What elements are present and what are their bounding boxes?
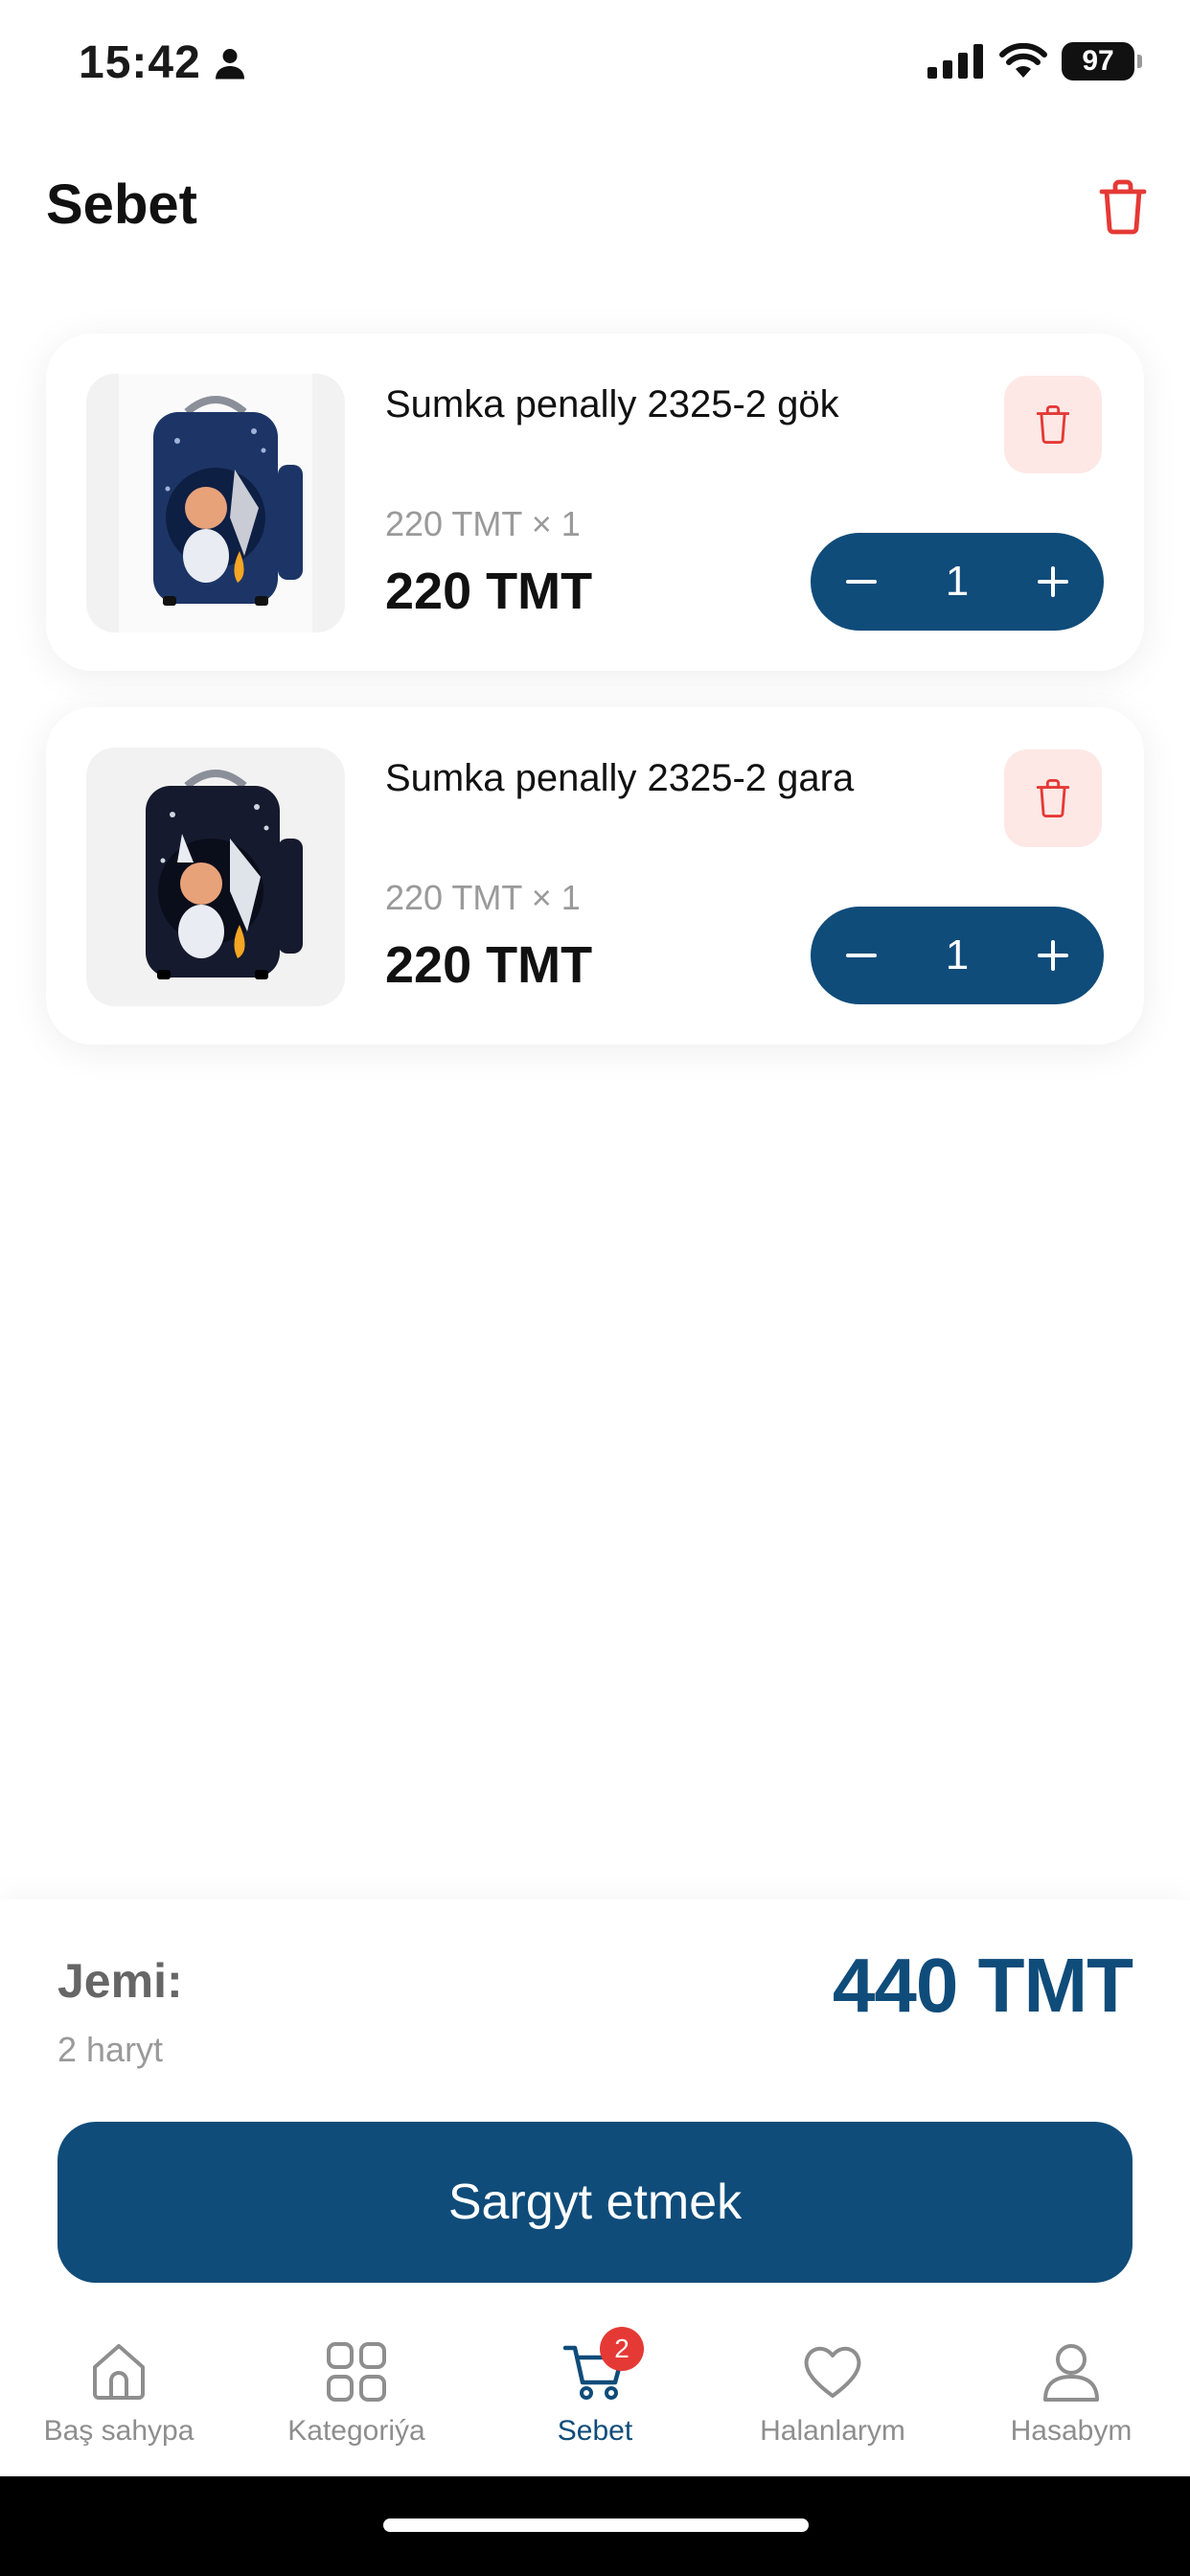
order-summary: Jemi: 2 haryt 440 TMT Sargyt etmek	[0, 1899, 1190, 2312]
plus-icon	[1037, 566, 1068, 597]
increase-button[interactable]	[1029, 558, 1077, 606]
product-image[interactable]	[86, 748, 345, 1006]
status-bar: 15:42 97	[0, 0, 1190, 134]
clear-cart-trash-icon[interactable]	[1096, 178, 1150, 236]
home-icon	[93, 2344, 145, 2400]
backpack-image	[153, 396, 303, 606]
increase-button[interactable]	[1029, 932, 1077, 979]
line-total: 220 TMT	[385, 563, 593, 620]
product-image[interactable]	[86, 374, 345, 632]
checkout-button[interactable]: Sargyt etmek	[57, 2122, 1133, 2283]
total-label: Jemi:	[57, 1954, 183, 2008]
status-indicators: 97	[927, 42, 1142, 80]
minus-icon	[846, 954, 877, 957]
unit-price: 220 TMT × 1	[385, 504, 581, 543]
home-indicator-area	[0, 2476, 1190, 2576]
trash-icon	[1036, 405, 1070, 444]
heart-icon	[804, 2346, 861, 2398]
remove-item-button[interactable]	[1004, 749, 1102, 847]
cart-item: Sumka penally 2325-2 gök 220 TMT × 1 220…	[46, 334, 1144, 671]
grid-icon	[327, 2342, 386, 2402]
signal-icon	[927, 44, 983, 79]
quantity-value: 1	[945, 932, 970, 978]
item-count: 2 haryt	[57, 2030, 164, 2069]
decrease-button[interactable]	[837, 932, 885, 979]
nav-item-categories[interactable]: Kategoriýa	[238, 2338, 475, 2448]
nav-label: Sebet	[557, 2415, 633, 2447]
backpack-image	[146, 770, 303, 979]
cart-item: Sumka penally 2325-2 gara 220 TMT × 1 22…	[46, 707, 1144, 1045]
trash-icon	[1036, 779, 1070, 817]
nav-label: Baş sahypa	[43, 2415, 195, 2447]
cart-badge: 2	[600, 2327, 644, 2371]
remove-item-button[interactable]	[1004, 376, 1102, 473]
quantity-value: 1	[945, 558, 970, 605]
nav-label: Halanlarym	[760, 2415, 905, 2447]
quantity-stepper: 1	[811, 533, 1104, 631]
quantity-stepper: 1	[811, 907, 1104, 1004]
page-title: Sebet	[46, 173, 197, 236]
battery-indicator: 97	[1062, 42, 1142, 80]
nav-item-favorites[interactable]: Halanlarym	[714, 2338, 951, 2448]
wifi-icon	[999, 43, 1047, 78]
nav-label: Kategoriýa	[287, 2415, 425, 2447]
nav-item-cart[interactable]: 2 Sebet	[476, 2327, 714, 2448]
line-total: 220 TMT	[385, 936, 593, 994]
nav-item-account[interactable]: Hasabym	[952, 2338, 1190, 2448]
unit-price: 220 TMT × 1	[385, 878, 581, 917]
minus-icon	[846, 580, 877, 584]
product-name[interactable]: Sumka penally 2325-2 gök	[385, 383, 839, 426]
person-icon	[216, 49, 244, 80]
status-time: 15:42	[79, 37, 201, 88]
product-name[interactable]: Sumka penally 2325-2 gara	[385, 757, 854, 800]
plus-icon	[1037, 940, 1068, 971]
home-indicator[interactable]	[383, 2518, 809, 2532]
nav-label: Hasabym	[1010, 2415, 1133, 2447]
decrease-button[interactable]	[837, 558, 885, 606]
nav-item-home[interactable]: Baş sahypa	[0, 2338, 238, 2448]
user-icon	[1043, 2344, 1099, 2402]
total-value: 440 TMT	[832, 1943, 1133, 2028]
bottom-nav: Baş sahypa Kategoriýa 2 Sebet Halanlarym	[0, 2312, 1190, 2476]
